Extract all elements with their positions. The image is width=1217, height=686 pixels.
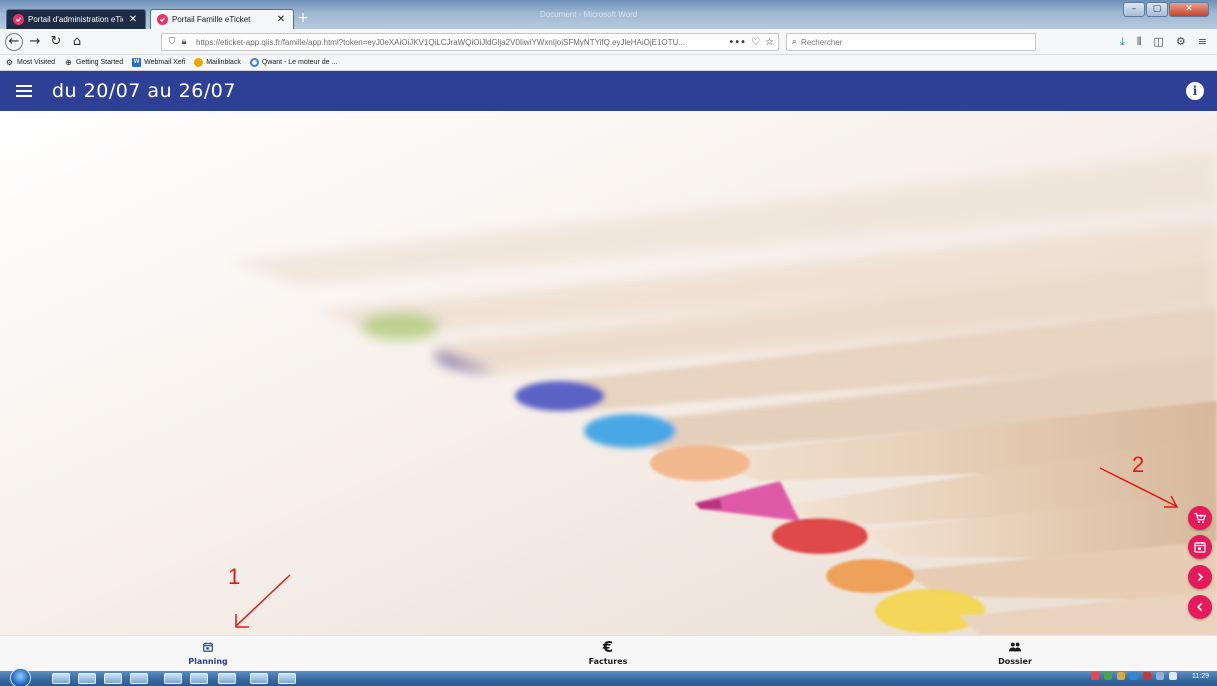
euro-icon: €	[602, 638, 614, 656]
webmail-icon: W	[132, 58, 142, 67]
bottom-nav-factures[interactable]: € Factures	[548, 638, 668, 666]
next-button[interactable]	[1188, 565, 1212, 589]
info-icon[interactable]: i	[1186, 82, 1204, 100]
hamburger-menu-icon[interactable]	[16, 85, 32, 97]
tray-icon[interactable]	[1104, 672, 1112, 680]
address-bar[interactable]: ⛉ 🔒︎ https://eticket-app.qiis.fr/famille…	[161, 33, 779, 51]
taskbar-app-icon[interactable]	[190, 673, 208, 684]
tray-icon[interactable]	[1091, 672, 1099, 680]
eticket-favicon-icon	[13, 14, 24, 25]
bookmark-label: Most Visited	[17, 59, 55, 66]
bookmark-label: Mailinblack	[206, 59, 241, 66]
tab-close-icon[interactable]: ✕	[275, 14, 287, 25]
calendar-icon	[1194, 541, 1206, 553]
app-header: du 20/07 au 26/07 i	[0, 71, 1217, 111]
main-content	[0, 111, 1217, 635]
taskbar-firefox-icon[interactable]	[218, 673, 236, 684]
network-icon[interactable]	[1156, 672, 1164, 680]
mailinblack-icon	[194, 58, 204, 67]
taskbar-clock[interactable]: 11:29	[1192, 673, 1209, 680]
chevron-left-icon	[1196, 602, 1203, 612]
chevron-right-icon	[1197, 572, 1204, 582]
globe-icon: ⊕	[65, 58, 72, 67]
bookmark-getting-started[interactable]: ⊕ Getting Started	[64, 58, 123, 67]
colored-pencils-background	[0, 111, 1217, 635]
tab-close-icon[interactable]: ✕	[127, 14, 139, 25]
lock-icon[interactable]: 🔒︎	[178, 37, 190, 47]
bookmark-mailinblack[interactable]: Mailinblack	[194, 58, 241, 67]
tab-label: Portail d'administration eTicket	[28, 15, 123, 24]
reload-icon[interactable]: ↻	[47, 33, 65, 51]
bookmark-star-icon[interactable]: ☆	[765, 37, 774, 48]
bottom-nav-label: Factures	[588, 657, 628, 666]
bottom-nav-dossier[interactable]: Dossier	[955, 639, 1075, 666]
shield-icon[interactable]: ⛉	[166, 37, 178, 47]
tray-icon[interactable]	[1143, 672, 1151, 680]
tray-icon[interactable]	[1130, 672, 1138, 680]
windows-start-icon[interactable]	[10, 668, 31, 686]
sidebar-icon[interactable]: ◫	[1154, 35, 1164, 49]
search-input[interactable]	[801, 37, 1030, 47]
forward-arrow-icon[interactable]: →	[26, 33, 44, 51]
bookmark-webmail-xefi[interactable]: W Webmail Xefi	[132, 58, 185, 67]
bottom-nav-label: Planning	[188, 657, 228, 666]
volume-icon[interactable]	[1169, 672, 1177, 680]
bottom-nav-planning[interactable]: Planning	[148, 639, 268, 666]
more-actions-icon[interactable]: •••	[728, 37, 746, 48]
browser-nav-bar: ← → ↻ ⌂ ⛉ 🔒︎ https://eticket-app.qiis.fr…	[0, 29, 1217, 55]
bookmark-qwant[interactable]: Qwant - Le moteur de ...	[249, 58, 338, 67]
url-text[interactable]: https://eticket-app.qiis.fr/famille/app.…	[196, 38, 728, 47]
bookmark-label: Qwant - Le moteur de ...	[261, 59, 338, 66]
home-icon[interactable]: ⌂	[68, 33, 86, 51]
extension-icon[interactable]: ⚙	[1176, 35, 1186, 49]
system-tray: 11:29	[1091, 672, 1209, 680]
bottom-nav: Planning € Factures Dossier	[0, 635, 1217, 671]
search-bar[interactable]: ⌕	[786, 33, 1036, 51]
window-controls: – ▢ ✕	[1123, 2, 1209, 17]
bottom-nav-label: Dossier	[998, 657, 1032, 666]
gear-icon: ⚙	[5, 58, 14, 67]
annotation-number-1: 1	[228, 564, 241, 589]
bookmark-label: Getting Started	[76, 59, 124, 66]
page-title: du 20/07 au 26/07	[52, 80, 236, 102]
close-window-icon[interactable]: ✕	[1169, 2, 1209, 17]
minimize-icon[interactable]: –	[1123, 2, 1145, 17]
annotation-number-2: 2	[1132, 452, 1145, 477]
taskbar-app-icon[interactable]	[278, 673, 296, 684]
download-icon[interactable]: ⤓	[1120, 35, 1125, 49]
qwant-icon	[249, 58, 259, 67]
new-tab-icon[interactable]: +	[296, 10, 310, 26]
windows-taskbar: 11:29	[0, 668, 1217, 686]
bookmarks-bar: ⚙ Most Visited ⊕ Getting Started W Webma…	[0, 55, 1217, 71]
hamburger-menu-icon[interactable]: ≡	[1198, 35, 1207, 49]
taskbar-app-icon[interactable]	[164, 673, 182, 684]
taskbar-app-icon[interactable]	[130, 673, 148, 684]
bookmark-most-visited[interactable]: ⚙ Most Visited	[5, 58, 55, 67]
tray-icon[interactable]	[1117, 672, 1125, 680]
search-icon: ⌕	[792, 37, 798, 47]
taskbar-app-icon[interactable]	[52, 673, 70, 684]
maximize-icon[interactable]: ▢	[1146, 2, 1168, 17]
taskbar-app-icon[interactable]	[78, 673, 96, 684]
previous-button[interactable]	[1188, 595, 1212, 619]
library-icon[interactable]: ⫴	[1137, 35, 1142, 49]
cart-icon	[1194, 512, 1207, 523]
group-icon	[1008, 639, 1022, 655]
tab-label: Portail Famille eTicket	[172, 15, 251, 24]
taskbar-app-icon[interactable]	[104, 673, 122, 684]
cart-button[interactable]	[1188, 506, 1212, 530]
url-actions: ••• ♡ ☆	[728, 37, 774, 48]
calendar-icon	[202, 639, 214, 655]
tab-admin-portal[interactable]: Portail d'administration eTicket ✕	[6, 9, 146, 29]
tab-family-portal[interactable]: Portail Famille eTicket ✕	[150, 9, 294, 29]
bookmark-label: Webmail Xefi	[144, 59, 186, 66]
pocket-icon[interactable]: ♡	[751, 37, 760, 48]
browser-toolbar-icons: ⤓ ⫴ ◫ ⚙ ≡	[1120, 35, 1207, 49]
background-window-title: Document - Microsoft Word	[540, 10, 638, 19]
taskbar-app-icon[interactable]	[250, 673, 268, 684]
browser-tab-strip: Portail d'administration eTicket ✕ Porta…	[0, 0, 1217, 29]
back-arrow-icon[interactable]: ←	[5, 32, 23, 51]
eticket-favicon-icon	[157, 14, 168, 25]
calendar-button[interactable]	[1188, 535, 1212, 559]
